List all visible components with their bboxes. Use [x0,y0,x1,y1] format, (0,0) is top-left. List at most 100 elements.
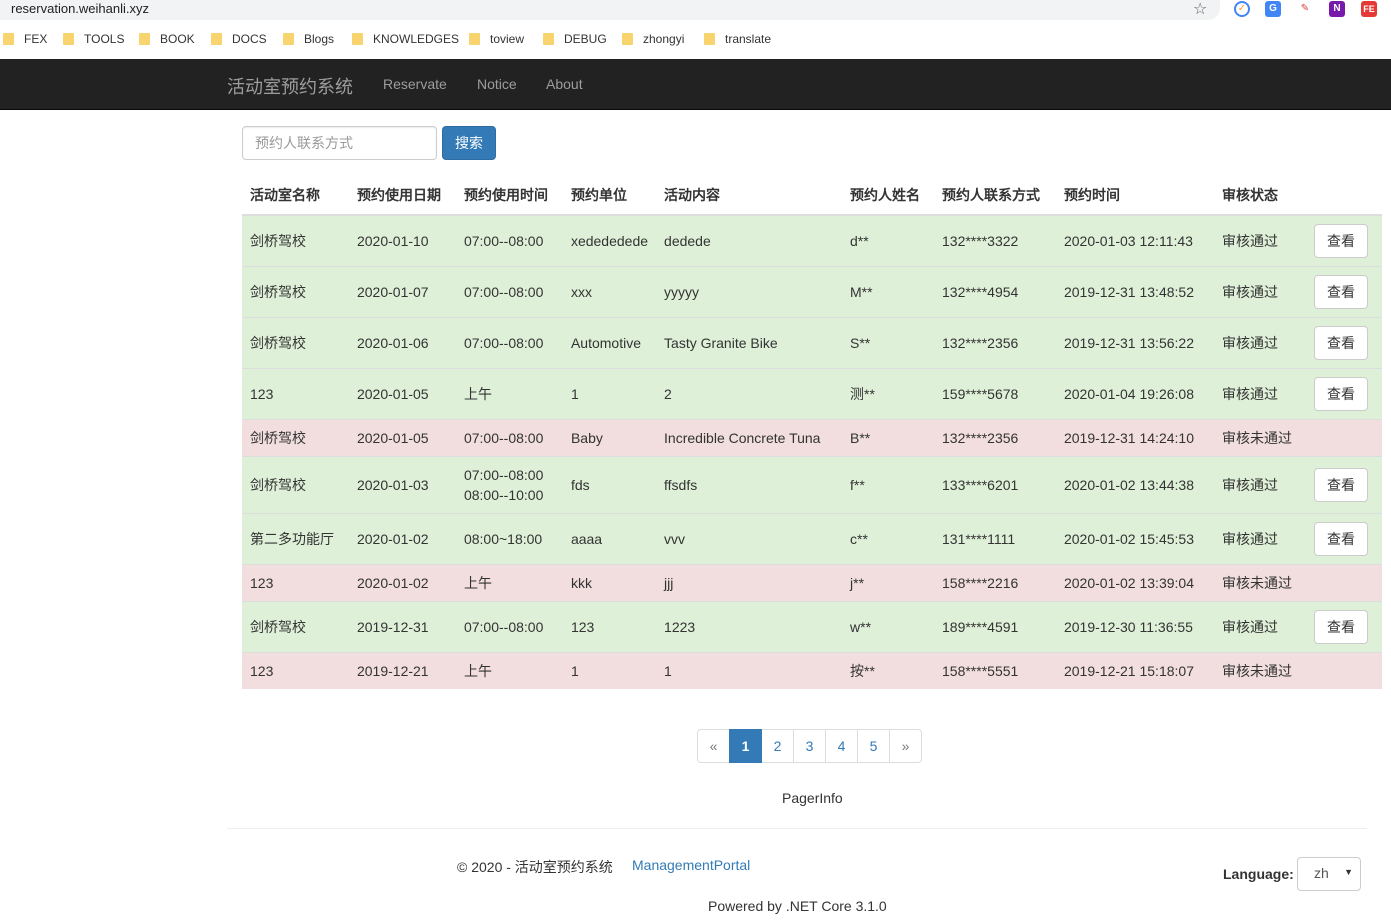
cell-room: 剑桥驾校 [242,419,349,457]
col-phone: 预约人联系方式 [934,176,1056,216]
cell-unit: Baby [562,419,657,457]
bookmark-book[interactable]: BOOK [139,32,195,46]
cell-time: 07:00--08:00 [455,601,563,653]
footer-divider [227,828,1367,829]
todo-check-icon[interactable]: ✓ [1234,1,1250,17]
cell-name: j** [842,564,934,602]
view-button[interactable]: 查看 [1313,610,1368,644]
view-button[interactable]: 查看 [1313,522,1368,556]
page-2[interactable]: 2 [761,729,794,763]
page-1[interactable]: 1 [729,729,762,763]
table-header-row: 活动室名称 预约使用日期 预约使用时间 预约单位 活动内容 预约人姓名 预约人联… [242,176,1382,216]
table-row: 剑桥驾校 2020-01-10 07:00--08:00 xedededede dede… [242,214,1382,267]
cell-room: 剑桥驾校 [242,601,349,653]
bookmark-knowledges[interactable]: KNOWLEDGES [352,32,459,46]
cell-status: 审核通过 [1213,456,1306,514]
time-slot: 上午 [463,575,492,591]
fe-icon[interactable]: FE [1361,1,1377,17]
cell-name: 按** [842,652,934,689]
table-row: 123 2019-12-21 上午 1 1 按** 158****5551 2019-12-2… [242,652,1382,689]
pagination-next[interactable]: » [889,729,922,763]
bookmark-star-icon[interactable]: ☆ [1193,0,1207,19]
cell-reserved-at: 2020-01-02 15:45:53 [1055,513,1214,565]
bookmark-toview[interactable]: toview [469,32,524,46]
view-button[interactable]: 查看 [1313,275,1368,309]
folder-icon [3,33,14,45]
cell-unit: kkk [562,564,657,602]
onenote-icon[interactable]: N [1329,1,1345,17]
view-button[interactable]: 查看 [1313,326,1368,360]
page-4[interactable]: 4 [825,729,858,763]
pagination-prev[interactable]: « [697,729,730,763]
cell-content: ffsdfs [656,456,843,514]
bookmark-tools[interactable]: TOOLS [63,32,124,46]
cell-content: dedede [656,214,843,267]
management-portal-link[interactable]: ManagementPortal [632,857,750,873]
cell-status: 审核未通过 [1213,419,1306,457]
table-row: 第二多功能厅 2020-01-02 08:00~18:00 aaaa vvv c** 131… [242,513,1382,565]
cell-phone: 133****6201 [934,456,1056,514]
folder-icon [283,33,294,45]
nav-notice[interactable]: Notice [477,76,517,92]
cell-time: 上午 [455,564,563,602]
cell-room: 第二多功能厅 [242,513,349,565]
time-slot: 08:00--10:00 [463,487,544,503]
cell-action: 查看 [1305,601,1382,653]
cell-room: 123 [242,368,349,420]
bookmark-zhongyi[interactable]: zhongyi [622,32,684,46]
bookmark-debug[interactable]: DEBUG [543,32,607,46]
cell-reserved-at: 2020-01-04 19:26:08 [1055,368,1214,420]
top-navbar: 活动室预约系统 Reservate Notice About [0,59,1391,110]
cell-date: 2020-01-07 [348,266,456,318]
cell-action: 查看 [1305,317,1382,369]
pen-icon[interactable]: ✎ [1297,1,1313,17]
url-text: reservation.weihanli.xyz [11,1,150,16]
folder-icon [63,33,74,45]
cell-time: 07:00--08:00 [455,317,563,369]
view-button[interactable]: 查看 [1313,224,1368,258]
time-slot: 07:00--08:00 [463,233,544,249]
cell-action [1305,419,1382,457]
address-bar[interactable]: reservation.weihanli.xyz ☆ [0,0,1220,20]
reservation-table: 活动室名称 预约使用日期 预约使用时间 预约单位 活动内容 预约人姓名 预约人联… [242,176,1382,689]
bookmark-translate[interactable]: translate [704,32,771,46]
bookmark-blogs[interactable]: Blogs [283,32,334,46]
page-5[interactable]: 5 [857,729,890,763]
nav-reservate[interactable]: Reservate [383,76,447,92]
col-time: 预约使用时间 [455,176,563,216]
cell-unit: 1 [562,368,657,420]
cell-time: 07:00--08:00 [455,266,563,318]
time-slot: 07:00--08:00 [463,284,544,300]
table-row: 剑桥驾校 2020-01-05 07:00--08:00 Baby Incredible… [242,419,1382,457]
cell-content: jjj [656,564,843,602]
cell-date: 2020-01-02 [348,513,456,565]
cell-time: 上午 [455,368,563,420]
cell-time: 08:00~18:00 [455,513,563,565]
cell-time: 07:00--08:00 [455,214,563,267]
cell-content: 1 [656,652,843,689]
cell-time: 07:00--08:00 [455,419,563,457]
view-button[interactable]: 查看 [1313,468,1368,502]
cell-unit: xedededede [562,214,657,267]
contact-search-input[interactable] [242,126,437,160]
cell-content: Tasty Granite Bike [656,317,843,369]
bookmark-docs[interactable]: DOCS [211,32,267,46]
cell-phone: 132****2356 [934,317,1056,369]
cell-date: 2020-01-02 [348,564,456,602]
cell-unit: aaaa [562,513,657,565]
cell-phone: 189****4591 [934,601,1056,653]
page-3[interactable]: 3 [793,729,826,763]
view-button[interactable]: 查看 [1313,377,1368,411]
cell-room: 123 [242,564,349,602]
cell-name: S** [842,317,934,369]
google-translate-icon[interactable]: G [1265,1,1281,17]
search-button[interactable]: 搜索 [442,126,496,160]
brand-link[interactable]: 活动室预约系统 [227,73,353,99]
bookmark-fex[interactable]: FEX [3,32,47,46]
time-slot: 07:00--08:00 [463,619,544,635]
language-select[interactable]: zh ▼ [1297,857,1361,891]
time-slot: 08:00~18:00 [463,531,543,547]
cell-time: 07:00--08:00 08:00--10:00 [455,456,563,514]
nav-about[interactable]: About [546,76,583,92]
folder-icon [139,33,150,45]
